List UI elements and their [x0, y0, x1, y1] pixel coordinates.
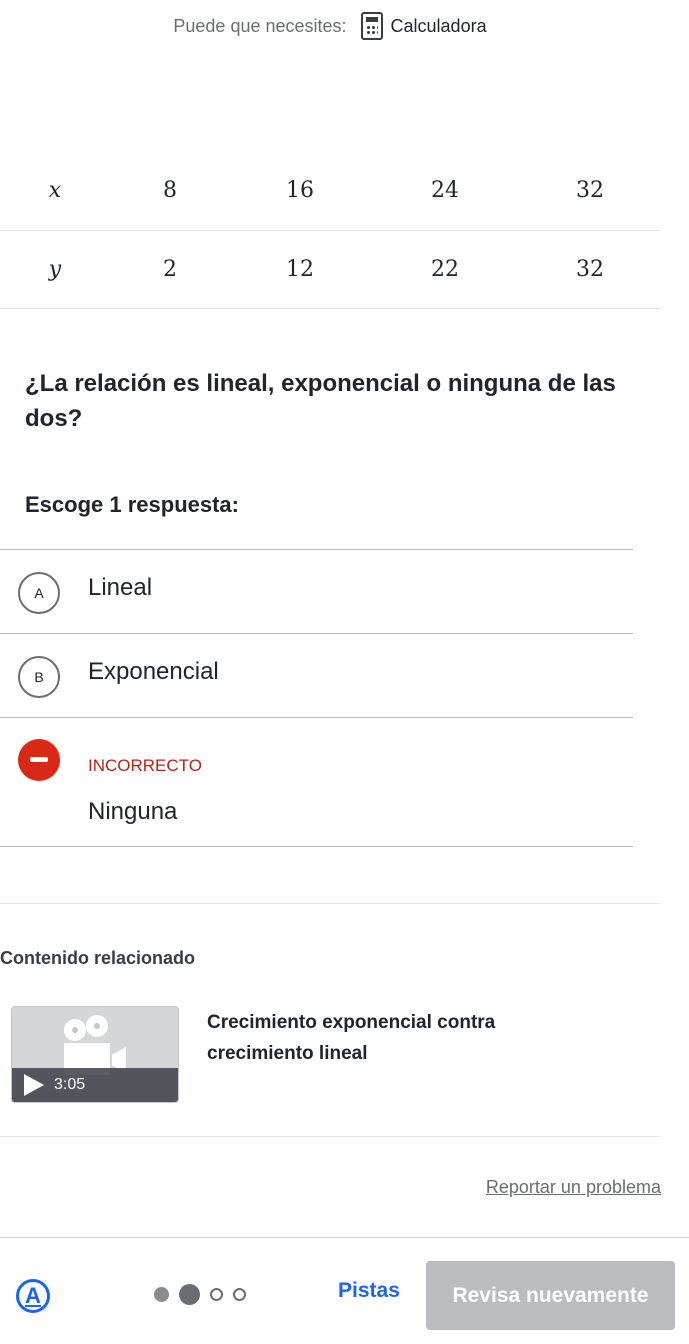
calculator-link[interactable]: Calculadora [391, 16, 487, 37]
xy-table: x 8 16 24 32 y 2 12 22 32 [0, 152, 660, 309]
video-duration-bar: 3:05 [12, 1068, 178, 1102]
choice-label-b: Exponencial [88, 658, 219, 685]
report-problem-link[interactable]: Reportar un problema [486, 1177, 661, 1198]
table-cell: 12 [230, 230, 370, 309]
table-row-y: y 2 12 22 32 [0, 230, 660, 309]
hints-button[interactable]: Pistas [338, 1279, 400, 1303]
table-cell: 32 [520, 152, 660, 231]
progress-dot-current [179, 1284, 200, 1305]
y-header: y [0, 230, 110, 309]
related-content-title: Contenido relacionado [0, 948, 196, 968]
progress-dot [210, 1288, 223, 1301]
video-title-link[interactable]: Crecimiento exponencial contra crecimien… [207, 1007, 537, 1069]
choose-prompt: Escoge 1 respuesta: [25, 492, 239, 517]
progress-dots [154, 1284, 246, 1305]
calculator-icon[interactable] [360, 12, 383, 40]
incorrect-status: INCORRECTO [88, 756, 202, 775]
video-duration: 3:05 [54, 1076, 86, 1093]
table-row-x: x 8 16 24 32 [0, 152, 660, 231]
table-cell: 8 [110, 152, 230, 231]
check-again-button[interactable]: Revisa nuevamente [426, 1261, 675, 1330]
table-cell: 16 [230, 152, 370, 231]
table-cell: 2 [110, 230, 230, 309]
progress-dot [154, 1287, 169, 1302]
progress-dot [233, 1288, 246, 1301]
answer-choices: A Lineal B Exponencial INCORRECTO Ningun… [0, 549, 633, 847]
choice-letter-b: B [18, 656, 60, 698]
divider [0, 903, 661, 904]
tools-prefix: Puede que necesites: [173, 15, 347, 36]
accessibility-icon[interactable]: A [16, 1279, 50, 1313]
choice-a[interactable]: A Lineal [0, 550, 633, 634]
divider [0, 1136, 661, 1137]
table-cell: 24 [370, 152, 520, 231]
tools-bar: Puede que necesites: Calculadora [0, 12, 660, 40]
table-cell: 32 [520, 230, 660, 309]
choice-letter-a: A [18, 572, 60, 614]
x-header: x [0, 152, 110, 231]
video-camera-icon [64, 1015, 134, 1075]
choice-c[interactable]: INCORRECTO Ninguna [0, 718, 633, 847]
table-cell: 22 [370, 230, 520, 309]
incorrect-icon [18, 739, 60, 781]
video-thumbnail[interactable]: 3:05 [11, 1006, 179, 1103]
footer-divider [0, 1237, 689, 1238]
choice-label-c: Ninguna [88, 798, 178, 825]
question-text: ¿La relación es lineal, exponencial o ni… [25, 370, 616, 432]
play-icon [24, 1074, 44, 1096]
choice-label-a: Lineal [88, 574, 153, 601]
choice-b[interactable]: B Exponencial [0, 634, 633, 718]
